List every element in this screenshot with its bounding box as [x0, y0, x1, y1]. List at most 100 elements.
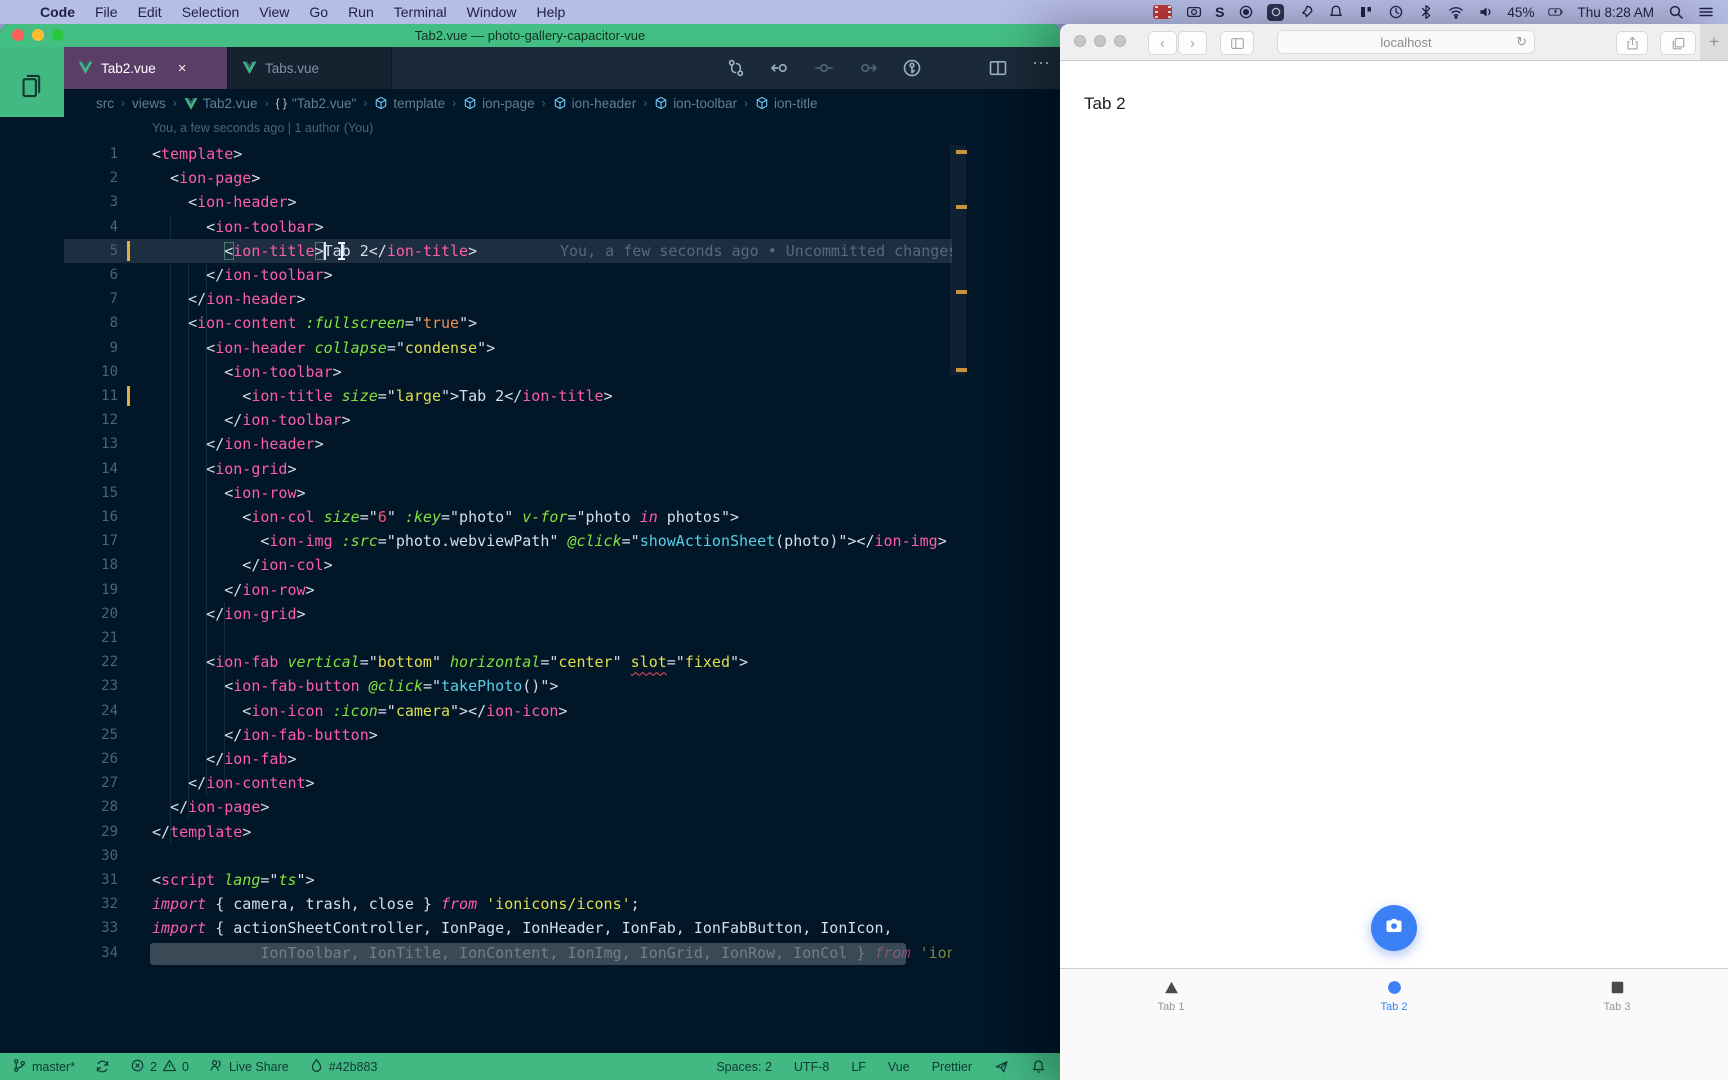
- code-editor[interactable]: You, a few seconds ago | 1 author (You) …: [0, 117, 1060, 1053]
- code-line-7[interactable]: 7 </ion-header>: [64, 287, 952, 311]
- encoding-status[interactable]: UTF-8: [794, 1060, 829, 1074]
- rocket-icon[interactable]: [1297, 4, 1314, 21]
- feedback-rocket-icon[interactable]: [994, 1059, 1009, 1074]
- menu-go[interactable]: Go: [299, 4, 338, 20]
- code-line-11[interactable]: 11 <ion-title size="large">Tab 2</ion-ti…: [64, 384, 952, 408]
- code-line-25[interactable]: 25 </ion-fab-button>: [64, 723, 952, 747]
- wifi-icon[interactable]: [1447, 4, 1464, 21]
- code-line-26[interactable]: 26 </ion-fab>: [64, 747, 952, 771]
- control-center-icon[interactable]: [1697, 4, 1714, 21]
- breadcrumb-iontoolbar[interactable]: ion-toolbar: [654, 96, 737, 111]
- code-line-8[interactable]: 8 <ion-content :fullscreen="true">: [64, 311, 952, 335]
- reload-icon[interactable]: ↻: [1516, 34, 1527, 50]
- eol-status[interactable]: LF: [851, 1060, 866, 1074]
- code-line-21[interactable]: 21: [64, 626, 952, 650]
- minimize-window-button[interactable]: [32, 29, 44, 41]
- code-line-29[interactable]: 29</template>: [64, 820, 952, 844]
- s-letter-icon[interactable]: S: [1215, 4, 1224, 20]
- code-line-4[interactable]: 4 <ion-toolbar>: [64, 215, 952, 239]
- notifications-bell-icon[interactable]: [1031, 1059, 1046, 1074]
- live-share-button[interactable]: Live Share: [209, 1058, 289, 1076]
- code-line-22[interactable]: 22 <ion-fab vertical="bottom" horizontal…: [64, 650, 952, 674]
- ios-tab-tab-1[interactable]: Tab 1: [1111, 977, 1231, 1013]
- menu-selection[interactable]: Selection: [172, 4, 250, 20]
- code-line-17[interactable]: 17 <ion-img :src="photo.webviewPath" @cl…: [64, 529, 952, 553]
- code-line-10[interactable]: 10 <ion-toolbar>: [64, 360, 952, 384]
- camera-icon[interactable]: [1185, 4, 1202, 21]
- tab-overview-button[interactable]: [1660, 31, 1696, 55]
- indentation-status[interactable]: Spaces: 2: [716, 1060, 772, 1074]
- menu-view[interactable]: View: [249, 4, 299, 20]
- code-line-24[interactable]: 24 <ion-icon :icon="camera"></ion-icon>: [64, 699, 952, 723]
- zoom-window-button[interactable]: [52, 29, 64, 41]
- bluetooth-icon[interactable]: [1417, 4, 1434, 21]
- bell-icon[interactable]: [1327, 4, 1344, 21]
- close-window-button[interactable]: [1074, 35, 1086, 47]
- breadcrumb-ionpage[interactable]: ion-page: [463, 96, 535, 111]
- code-line-27[interactable]: 27 </ion-content>: [64, 771, 952, 795]
- ios-tab-tab-2[interactable]: Tab 2: [1334, 977, 1454, 1013]
- code-line-3[interactable]: 3 <ion-header>: [64, 190, 952, 214]
- code-line-16[interactable]: 16 <ion-col size="6" :key="photo" v-for=…: [64, 505, 952, 529]
- breadcrumb-ionheader[interactable]: ion-header: [553, 96, 637, 111]
- menu-run[interactable]: Run: [338, 4, 384, 20]
- menu-code[interactable]: Code: [30, 4, 85, 20]
- film-icon[interactable]: [1153, 5, 1172, 19]
- breadcrumb-src[interactable]: src: [96, 96, 114, 111]
- formatter-status[interactable]: Prettier: [932, 1060, 972, 1074]
- code-line-28[interactable]: 28 </ion-page>: [64, 795, 952, 819]
- problems-status[interactable]: 2 0: [130, 1058, 189, 1076]
- volume-icon[interactable]: [1477, 4, 1494, 21]
- camera-fab-button[interactable]: [1371, 905, 1417, 951]
- zoom-window-button[interactable]: [1114, 35, 1126, 47]
- code-line-12[interactable]: 12 </ion-toolbar>: [64, 408, 952, 432]
- language-mode-status[interactable]: Vue: [888, 1060, 910, 1074]
- editor-scrollbar-vertical[interactable]: [950, 145, 966, 375]
- breadcrumb-Tab2vue[interactable]: { }"Tab2.vue": [276, 96, 357, 111]
- run-commit-icon[interactable]: [902, 58, 922, 78]
- breadcrumb-iontitle[interactable]: ion-title: [755, 96, 818, 111]
- code-line-23[interactable]: 23 <ion-fab-button @click="takePhoto()">: [64, 674, 952, 698]
- forward-button[interactable]: ›: [1178, 31, 1207, 55]
- git-branch-status[interactable]: master*: [12, 1058, 75, 1076]
- menu-help[interactable]: Help: [526, 4, 575, 20]
- code-line-32[interactable]: 32import { camera, trash, close } from '…: [64, 892, 952, 916]
- code-line-5[interactable]: 5 <ion-title>Tab 2</ion-title>You, a few…: [64, 239, 952, 263]
- record-icon[interactable]: [1237, 4, 1254, 21]
- sidebar-button[interactable]: [1220, 31, 1254, 55]
- breadcrumb-views[interactable]: views: [132, 96, 166, 111]
- code-line-18[interactable]: 18 </ion-col>: [64, 553, 952, 577]
- clock-compass-icon[interactable]: [1387, 4, 1404, 21]
- new-tab-button[interactable]: +: [1700, 24, 1728, 60]
- code-line-1[interactable]: 1<template>: [64, 142, 952, 166]
- spotlight-icon[interactable]: [1667, 4, 1684, 21]
- code-line-13[interactable]: 13 </ion-header>: [64, 432, 952, 456]
- code-line-31[interactable]: 31<script lang="ts">: [64, 868, 952, 892]
- minimize-window-button[interactable]: [1094, 35, 1106, 47]
- previous-change-icon[interactable]: [770, 58, 790, 78]
- peacock-color-status[interactable]: #42b883: [309, 1058, 378, 1076]
- code-line-19[interactable]: 19 </ion-row>: [64, 578, 952, 602]
- close-window-button[interactable]: [12, 29, 24, 41]
- code-line-14[interactable]: 14 <ion-grid>: [64, 457, 952, 481]
- tab-tabs-vue[interactable]: Tabs.vue: [228, 47, 392, 89]
- code-line-6[interactable]: 6 </ion-toolbar>: [64, 263, 952, 287]
- code-line-9[interactable]: 9 <ion-header collapse="condense">: [64, 336, 952, 360]
- menu-terminal[interactable]: Terminal: [384, 4, 457, 20]
- code-line-2[interactable]: 2 <ion-page>: [64, 166, 952, 190]
- menu-edit[interactable]: Edit: [128, 4, 172, 20]
- sync-button[interactable]: [95, 1059, 110, 1074]
- menu-clock[interactable]: Thu 8:28 AM: [1577, 5, 1654, 20]
- tab-tab2-vue[interactable]: Tab2.vue×: [64, 47, 228, 89]
- editor-scrollbar-horizontal[interactable]: [150, 943, 906, 965]
- ios-tab-tab-3[interactable]: Tab 3: [1557, 977, 1677, 1013]
- compare-changes-icon[interactable]: [726, 58, 746, 78]
- code-line-20[interactable]: 20 </ion-grid>: [64, 602, 952, 626]
- activity-explorer[interactable]: [15, 69, 49, 103]
- split-editor-icon[interactable]: [988, 58, 1008, 78]
- back-button[interactable]: ‹: [1148, 31, 1177, 55]
- next-change-icon[interactable]: [858, 58, 878, 78]
- share-button[interactable]: [1616, 31, 1648, 55]
- window-tiles-icon[interactable]: [1357, 4, 1374, 21]
- code-area[interactable]: 1<template>2 <ion-page>3 <ion-header>4 <…: [64, 142, 952, 1053]
